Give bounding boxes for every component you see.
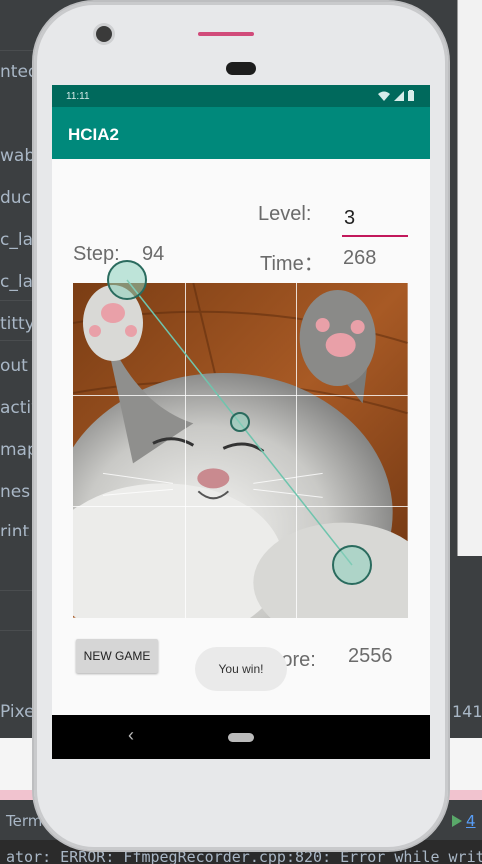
status-time: 11:11 — [66, 91, 90, 102]
toast-message: You win! — [218, 662, 264, 676]
level-label: Level: — [258, 203, 312, 225]
ide-sidebar-item: titty — [0, 314, 35, 334]
front-camera — [96, 26, 112, 42]
puzzle-tile[interactable] — [73, 394, 185, 507]
score-value: 2556 — [348, 645, 393, 667]
grid-line — [184, 283, 186, 618]
touch-indicator-end — [332, 545, 372, 585]
device-screen: 11:11 HCIA2 Level: Step: 94 Time： 268 — [52, 85, 430, 759]
app-title: HCIA2 — [68, 125, 120, 144]
nav-bar: ‹ — [52, 715, 430, 759]
touch-indicator-mid — [230, 412, 250, 432]
puzzle-tile[interactable] — [184, 506, 297, 618]
battery-icon — [408, 90, 414, 101]
ide-sidebar-item: rint — [0, 522, 30, 536]
win-toast: You win! — [195, 647, 287, 691]
ide-sidebar-item: out — [0, 356, 28, 376]
home-icon[interactable] — [228, 733, 254, 742]
speaker-grille — [226, 62, 256, 75]
phone-frame: 11:11 HCIA2 Level: Step: 94 Time： 268 — [34, 2, 448, 850]
earpiece-accent — [198, 32, 254, 36]
step-value: 94 — [142, 243, 165, 265]
puzzle-tile[interactable] — [73, 506, 185, 618]
puzzle-tile[interactable] — [296, 394, 408, 507]
ide-sidebar-item: wab — [0, 146, 36, 166]
grid-line — [296, 283, 298, 618]
new-game-button[interactable]: NEW GAME — [76, 639, 158, 673]
run-count-link[interactable]: 4 — [466, 812, 476, 830]
status-icons — [378, 90, 414, 101]
touch-indicator-start — [107, 260, 147, 300]
grid-line — [73, 506, 408, 508]
level-input[interactable] — [342, 201, 408, 237]
ide-sidebar-item: map — [0, 440, 38, 460]
ide-device-label: Pixe — [0, 702, 35, 722]
ide-sidebar-item: nted — [0, 62, 39, 82]
run-icon[interactable] — [452, 814, 462, 827]
ide-line-number: 141 — [452, 702, 482, 721]
status-bar: 11:11 — [52, 85, 430, 107]
app-bar: HCIA2 — [52, 107, 430, 159]
time-value: 268 — [343, 247, 377, 269]
terminal-tab[interactable]: Term — [6, 812, 42, 830]
step-label: Step: — [73, 243, 120, 265]
time-label: Time： — [260, 253, 324, 275]
signal-icon — [394, 90, 404, 101]
back-icon[interactable]: ‹ — [128, 725, 134, 746]
grid-line — [73, 394, 408, 396]
ide-right-panel — [457, 0, 482, 556]
ide-sidebar-item: nes — [0, 482, 31, 502]
puzzle-tile[interactable] — [184, 283, 297, 395]
puzzle-tile[interactable] — [296, 283, 408, 395]
wifi-icon — [378, 91, 390, 101]
